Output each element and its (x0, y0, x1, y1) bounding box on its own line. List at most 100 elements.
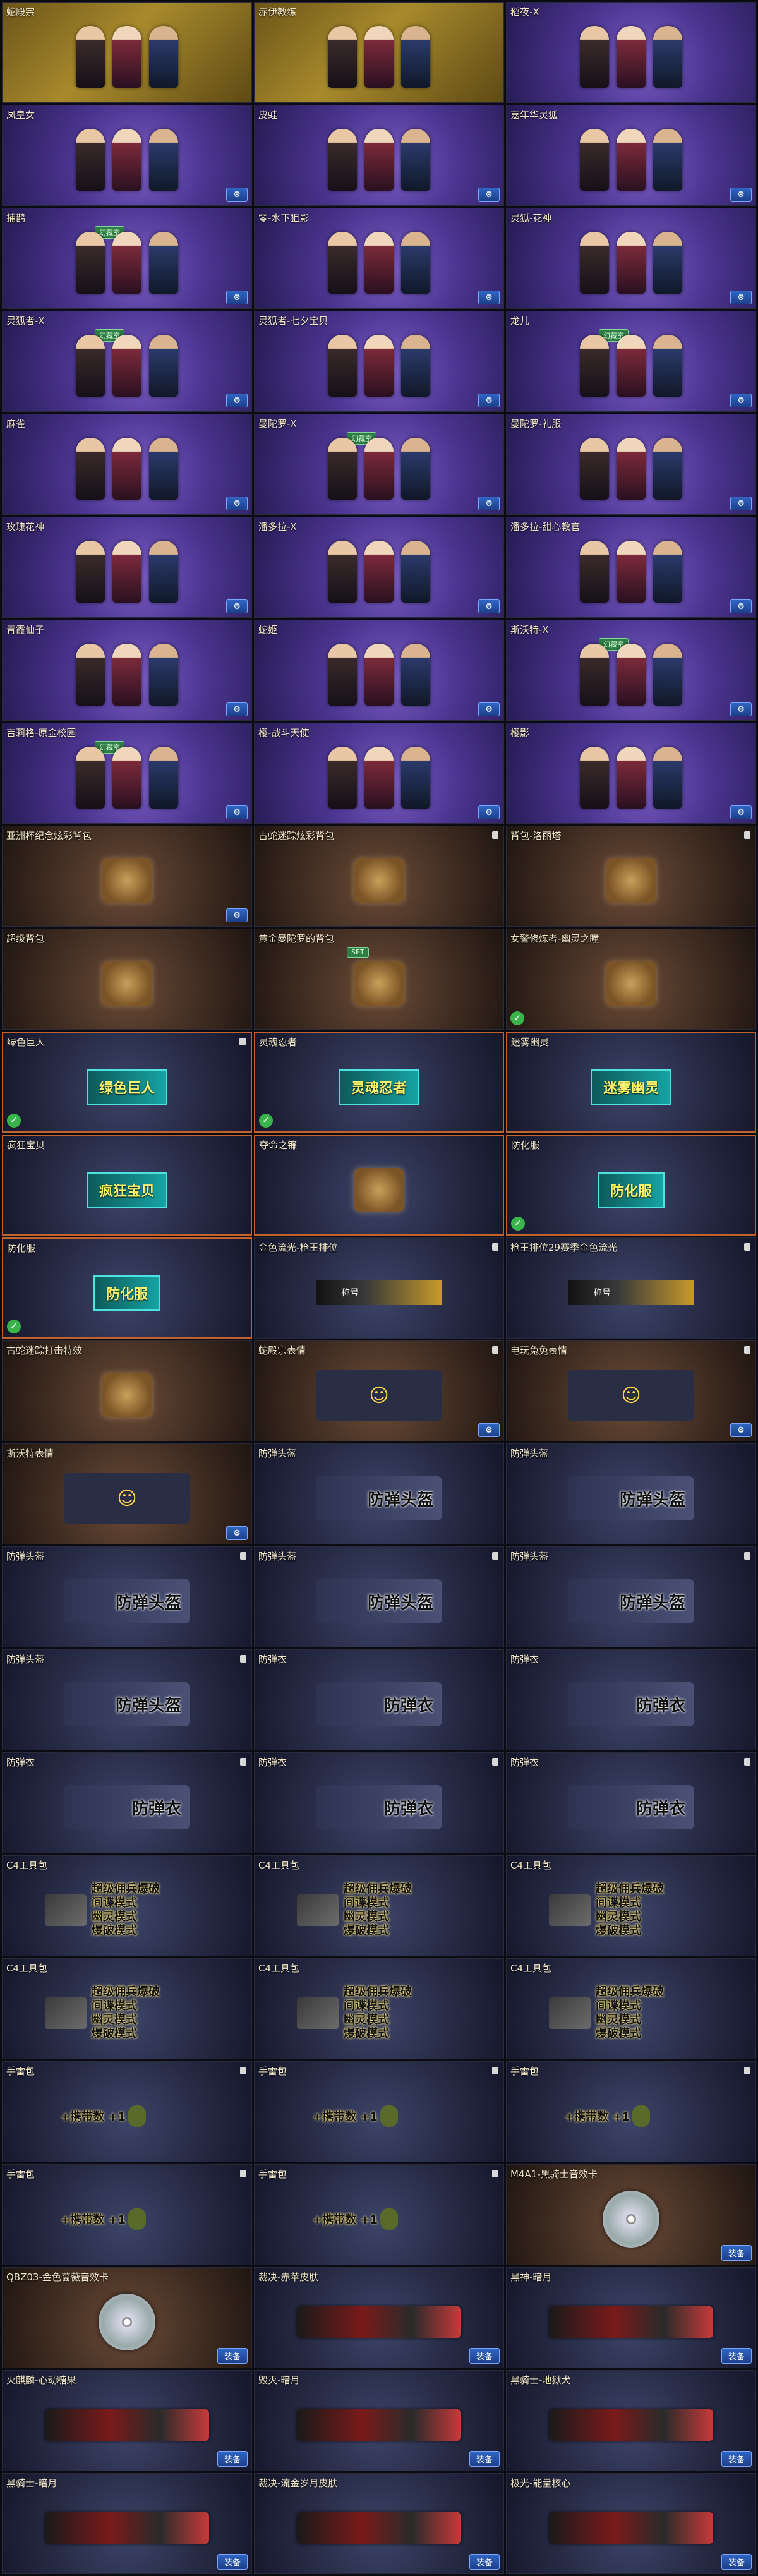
equip-button[interactable]: 装备 (469, 2451, 500, 2467)
settings-button[interactable]: ⚙ (226, 599, 248, 613)
inventory-card[interactable]: M4A1-黑骑士音效卡 装备 (506, 2164, 756, 2265)
inventory-card[interactable]: 凤皇女 ⚙ (2, 105, 252, 206)
inventory-card[interactable]: 防弹头盔 防弹头盔 (2, 1649, 252, 1750)
inventory-card[interactable]: 手雷包 +携带数 +1 (2, 2164, 252, 2265)
inventory-card[interactable]: 黄金曼陀罗的背包 SET (254, 929, 504, 1030)
inventory-card[interactable]: 电玩兔兔表情 ☺ ⚙ (506, 1340, 756, 1441)
inventory-card[interactable]: 防弹衣 防弹衣 (254, 1752, 504, 1853)
equip-button[interactable]: 装备 (217, 2451, 248, 2467)
inventory-card[interactable]: 防弹头盔 防弹头盔 (254, 1546, 504, 1647)
settings-button[interactable]: ⚙ (478, 599, 500, 613)
settings-button[interactable]: ⚙ (226, 908, 248, 922)
settings-button[interactable]: ⚙ (226, 291, 248, 304)
inventory-card[interactable]: 火麒麟-心动糖果 装备 (2, 2370, 252, 2471)
inventory-card[interactable]: 防弹衣 防弹衣 (2, 1752, 252, 1853)
inventory-card[interactable]: 斯沃特表情 ☺ ⚙ (2, 1443, 252, 1544)
inventory-card[interactable]: 潘多拉-X ⚙ (254, 517, 504, 618)
inventory-card[interactable]: 金色流光-枪王排位 称号 (254, 1237, 504, 1339)
inventory-card[interactable]: 古蛇迷踪炫彩背包 (254, 826, 504, 927)
inventory-card[interactable]: 玫瑰花神 ⚙ (2, 517, 252, 618)
inventory-card[interactable]: 樱影 ⚙ (506, 723, 756, 824)
inventory-card[interactable]: 防弹头盔 防弹头盔 (2, 1546, 252, 1647)
settings-button[interactable]: ⚙ (730, 188, 752, 202)
inventory-card[interactable]: 防化服 防化服 ✓ (506, 1135, 756, 1236)
inventory-card[interactable]: C4工具包 超级佣兵爆破 间谍模式 幽灵模式 爆破模式 (2, 1855, 252, 1956)
inventory-card[interactable]: 绿色巨人 绿色巨人 ✓ (2, 1032, 252, 1133)
inventory-card[interactable]: 蛇姬 ⚙ (254, 620, 504, 721)
inventory-card[interactable]: 蛇殿宗表情 ☺ ⚙ (254, 1340, 504, 1441)
inventory-card[interactable]: 樱-战斗天使 ⚙ (254, 723, 504, 824)
inventory-card[interactable]: 背包-洛丽塔 (506, 826, 756, 927)
settings-button[interactable]: ⚙ (730, 599, 752, 613)
inventory-card[interactable]: 手雷包 +携带数 +1 (506, 2061, 756, 2162)
inventory-card[interactable]: 青霞仙子 ⚙ (2, 620, 252, 721)
settings-button[interactable]: ⚙ (478, 1423, 500, 1437)
inventory-card[interactable]: 蛇殿宗 (2, 2, 252, 103)
inventory-card[interactable]: 裁决-流金岁月皮肤 装备 (254, 2473, 504, 2574)
inventory-card[interactable]: 手雷包 +携带数 +1 (254, 2061, 504, 2162)
inventory-card[interactable]: 曼陀罗-礼服 ⚙ (506, 414, 756, 515)
equip-button[interactable]: 装备 (469, 2348, 500, 2364)
inventory-card[interactable]: 灵狐-花神 ⚙ (506, 208, 756, 309)
inventory-card[interactable]: 黑骑士-暗月 装备 (2, 2473, 252, 2574)
inventory-card[interactable]: 灵魂忍者 灵魂忍者 ✓ (254, 1032, 504, 1133)
inventory-card[interactable]: 零-水下狙影 ⚙ (254, 208, 504, 309)
settings-button[interactable]: ⚙ (730, 702, 752, 716)
settings-button[interactable]: ⚙ (226, 188, 248, 202)
inventory-card[interactable]: 赤伊教练 (254, 2, 504, 103)
inventory-card[interactable]: C4工具包 超级佣兵爆破 间谍模式 幽灵模式 爆破模式 (254, 1855, 504, 1956)
inventory-card[interactable]: 疯狂宝贝 疯狂宝贝 (2, 1135, 252, 1236)
inventory-card[interactable]: 潘多拉-甜心教官 ⚙ (506, 517, 756, 618)
inventory-card[interactable]: 超级背包 (2, 929, 252, 1030)
inventory-card[interactable]: 女警修炼者-幽灵之瞳 ✓ (506, 929, 756, 1030)
settings-button[interactable]: ⚙ (730, 497, 752, 510)
inventory-card[interactable]: 极光-能量核心 装备 (506, 2473, 756, 2574)
equip-button[interactable]: 装备 (721, 2554, 752, 2570)
inventory-card[interactable]: 灵狐者-七夕宝贝 ⚙ (254, 311, 504, 412)
inventory-card[interactable]: 防弹头盔 防弹头盔 (254, 1443, 504, 1544)
inventory-card[interactable]: 裁决-赤苹皮肤 装备 (254, 2267, 504, 2368)
inventory-card[interactable]: 捕鹊 幻藏室 ⚙ (2, 208, 252, 309)
settings-button[interactable]: ⚙ (478, 394, 500, 407)
settings-button[interactable]: ⚙ (478, 188, 500, 202)
settings-button[interactable]: ⚙ (730, 805, 752, 819)
inventory-card[interactable]: 夺命之镰 (254, 1135, 504, 1236)
inventory-card[interactable]: 黑神-暗月 装备 (506, 2267, 756, 2368)
equip-button[interactable]: 装备 (721, 2348, 752, 2364)
inventory-card[interactable]: C4工具包 超级佣兵爆破 间谍模式 幽灵模式 爆破模式 (506, 1958, 756, 2059)
inventory-card[interactable]: 毁灭-暗月 装备 (254, 2370, 504, 2471)
inventory-card[interactable]: 龙儿 幻藏室 ⚙ (506, 311, 756, 412)
settings-button[interactable]: ⚙ (226, 805, 248, 819)
settings-button[interactable]: ⚙ (478, 702, 500, 716)
inventory-card[interactable]: QBZ03-金色蔷薇音效卡 装备 (2, 2267, 252, 2368)
inventory-card[interactable]: 防弹衣 防弹衣 (506, 1649, 756, 1750)
inventory-card[interactable]: C4工具包 超级佣兵爆破 间谍模式 幽灵模式 爆破模式 (506, 1855, 756, 1956)
inventory-card[interactable]: C4工具包 超级佣兵爆破 间谍模式 幽灵模式 爆破模式 (2, 1958, 252, 2059)
inventory-card[interactable]: 曼陀罗-X 幻藏室 ⚙ (254, 414, 504, 515)
inventory-card[interactable]: 斯沃特-X 幻藏室 ⚙ (506, 620, 756, 721)
inventory-card[interactable]: 防弹头盔 防弹头盔 (506, 1546, 756, 1647)
inventory-card[interactable]: C4工具包 超级佣兵爆破 间谍模式 幽灵模式 爆破模式 (254, 1958, 504, 2059)
settings-button[interactable]: ⚙ (730, 394, 752, 407)
equip-button[interactable]: 装备 (217, 2554, 248, 2570)
equip-button[interactable]: 装备 (721, 2451, 752, 2467)
inventory-card[interactable]: 迷雾幽灵 迷雾幽灵 (506, 1032, 756, 1133)
inventory-card[interactable]: 古蛇迷踪打击特效 (2, 1340, 252, 1441)
inventory-card[interactable]: 防化服 防化服 ✓ (2, 1237, 252, 1339)
inventory-card[interactable]: 麻雀 ⚙ (2, 414, 252, 515)
inventory-card[interactable]: 皮蛙 ⚙ (254, 105, 504, 206)
settings-button[interactable]: ⚙ (730, 1423, 752, 1437)
inventory-card[interactable]: 手雷包 +携带数 +1 (2, 2061, 252, 2162)
equip-button[interactable]: 装备 (721, 2245, 752, 2261)
inventory-card[interactable]: 枪王排位29赛季金色流光 称号 (506, 1237, 756, 1339)
inventory-card[interactable]: 防弹头盔 防弹头盔 (506, 1443, 756, 1544)
settings-button[interactable]: ⚙ (730, 291, 752, 304)
settings-button[interactable]: ⚙ (226, 497, 248, 510)
equip-button[interactable]: 装备 (217, 2348, 248, 2364)
settings-button[interactable]: ⚙ (226, 394, 248, 407)
inventory-card[interactable]: 亚洲杯纪念炫彩背包 ⚙ (2, 826, 252, 927)
settings-button[interactable]: ⚙ (226, 1526, 248, 1540)
inventory-card[interactable]: 稻夜-X (506, 2, 756, 103)
inventory-card[interactable]: 手雷包 +携带数 +1 (254, 2164, 504, 2265)
inventory-card[interactable]: 防弹衣 防弹衣 (254, 1649, 504, 1750)
